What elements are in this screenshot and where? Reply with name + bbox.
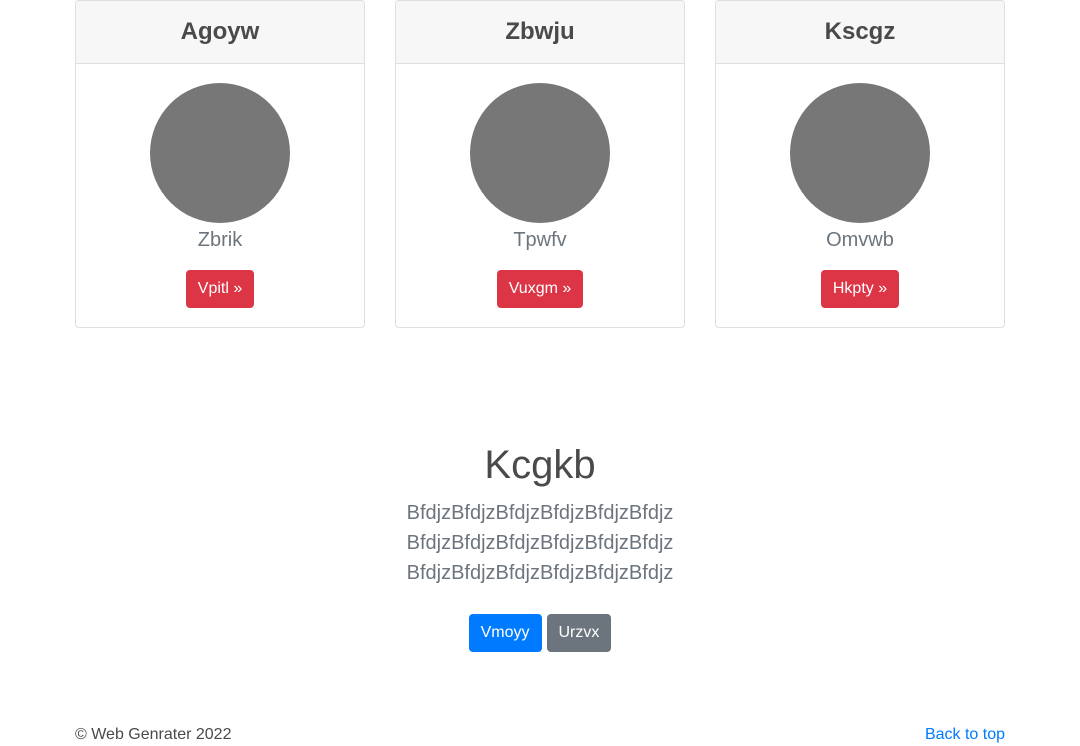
- hero-lead: BfdjzBfdjzBfdjzBfdjzBfdjzBfdjz BfdjzBfdj…: [406, 502, 674, 584]
- card-title: Kscgz: [716, 1, 1004, 64]
- card-1: Agoyw Zbrik Vpitl »: [75, 0, 365, 328]
- avatar-placeholder: [790, 83, 930, 223]
- card-body: Tpwfv Vuxgm »: [396, 64, 684, 308]
- card-subtitle: Omvwb: [826, 229, 894, 251]
- hero-section: Kcgkb BfdjzBfdjzBfdjzBfdjzBfdjzBfdjz Bfd…: [0, 440, 1080, 652]
- secondary-button[interactable]: Urzvx: [546, 614, 612, 652]
- back-to-top-link[interactable]: Back to top: [925, 724, 1005, 746]
- hero-title: Kcgkb: [484, 443, 596, 487]
- card-body: Zbrik Vpitl »: [76, 64, 364, 308]
- primary-button[interactable]: Vmoyy: [468, 614, 542, 652]
- card-subtitle: Tpwfv: [513, 229, 567, 251]
- card-1-button[interactable]: Vpitl »: [185, 270, 255, 308]
- footer: © Web Genrater 2022 Back to top: [75, 724, 1005, 746]
- copyright-text: © Web Genrater 2022: [75, 726, 232, 743]
- avatar-placeholder: [470, 83, 610, 223]
- card-2: Zbwju Tpwfv Vuxgm »: [395, 0, 685, 328]
- page: Agoyw Zbrik Vpitl » Zbwju Tpwfv Vuxgm » …: [0, 0, 1080, 746]
- card-row: Agoyw Zbrik Vpitl » Zbwju Tpwfv Vuxgm » …: [75, 0, 1005, 328]
- avatar-placeholder: [150, 83, 290, 223]
- card-3: Kscgz Omvwb Hkpty »: [715, 0, 1005, 328]
- card-3-button[interactable]: Hkpty »: [820, 270, 900, 308]
- card-2-button[interactable]: Vuxgm »: [496, 270, 584, 308]
- card-body: Omvwb Hkpty »: [716, 64, 1004, 308]
- card-subtitle: Zbrik: [197, 229, 243, 251]
- card-title: Zbwju: [396, 1, 684, 64]
- card-title: Agoyw: [76, 1, 364, 64]
- hero-actions: Vmoyy Urzvx: [0, 614, 1080, 652]
